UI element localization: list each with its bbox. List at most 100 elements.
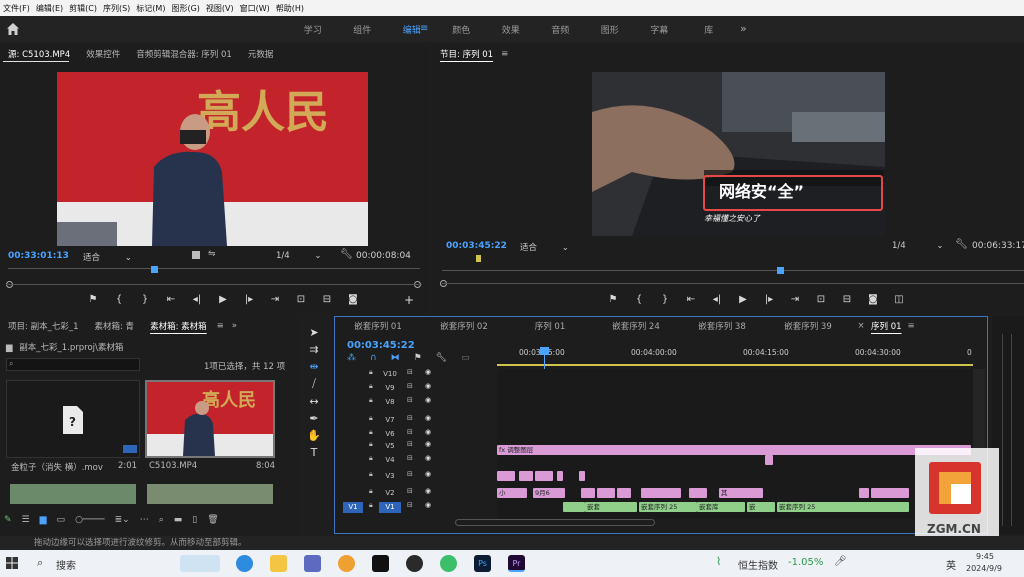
list-view-icon[interactable]: ☰ [22, 515, 30, 525]
workspace-tab[interactable]: 效果 [486, 23, 536, 36]
nested-sequence-clip[interactable]: 嵌 [747, 502, 775, 512]
new-item-icon[interactable]: ▯ [192, 515, 197, 525]
workspace-more-icon[interactable]: » [740, 22, 747, 35]
timeline-clip[interactable] [557, 471, 563, 481]
menu-item[interactable]: 文件(F) [0, 3, 33, 14]
edge-icon[interactable] [236, 555, 253, 572]
panel-menu-icon[interactable]: ≡ [501, 49, 508, 59]
sync-lock-icon[interactable]: ⊟ [407, 501, 413, 509]
source-tab[interactable]: 音频剪辑混合器: 序列 01 [128, 48, 240, 60]
icon-view-icon[interactable]: ▆ [40, 515, 47, 525]
work-area-bar[interactable] [497, 364, 973, 366]
step-forward-icon[interactable]: |▸ [236, 294, 262, 305]
menu-item[interactable]: 标记(M) [133, 3, 168, 14]
tab-seq-nested-39[interactable]: 嵌套序列 39 [765, 320, 851, 332]
lock-icon[interactable]: 🔒︎ [369, 487, 373, 496]
sort-icon[interactable]: ≣⌄ [115, 515, 130, 525]
nest-icon[interactable]: ⁂ [347, 353, 356, 363]
timeline-clip[interactable] [871, 488, 909, 498]
source-video-frame[interactable]: 高人民 [57, 72, 368, 246]
tab-seq-nested-38[interactable]: 嵌套序列 38 [679, 320, 765, 332]
project-item-thumb-partial[interactable] [10, 484, 136, 504]
mark-out-icon[interactable]: } [652, 294, 678, 305]
lock-icon[interactable]: 🔒︎ [369, 454, 373, 463]
app-icon[interactable] [440, 555, 457, 572]
track-label[interactable]: V2 [379, 488, 401, 499]
lock-icon[interactable]: 🔒︎ [369, 396, 373, 405]
source-fit-dropdown[interactable]: 适合 ⌄ [83, 251, 132, 263]
settings-transfer-icon[interactable]: ⇋ [208, 249, 216, 259]
sync-lock-icon[interactable]: ⊟ [407, 368, 413, 376]
windows-start-icon[interactable] [6, 557, 18, 569]
menu-item[interactable]: 图形(G) [168, 3, 202, 14]
ime-indicator[interactable]: 英 [946, 557, 956, 572]
program-fit-dropdown[interactable]: 适合 ⌄ [520, 241, 569, 253]
home-icon[interactable] [6, 22, 20, 36]
more-panels-icon[interactable]: » [226, 321, 243, 331]
mark-in-icon[interactable]: { [106, 294, 132, 305]
track-label[interactable]: V4 [379, 455, 401, 466]
source-quality-dropdown[interactable]: 1/4 ⌄ [276, 251, 322, 261]
workspace-menu-icon[interactable]: ≡ [420, 23, 428, 34]
tab-seq-nested-01[interactable]: 嵌套序列 01 [335, 320, 421, 332]
timeline-clip[interactable] [859, 488, 869, 498]
source-patch[interactable]: V1 [343, 502, 363, 513]
wrench-icon[interactable]: 🔧︎ [340, 249, 353, 260]
overwrite-icon[interactable]: ⊟ [314, 294, 340, 305]
selection-tool-icon[interactable]: ➤ [309, 326, 318, 339]
tab-seq-nested-02[interactable]: 嵌套序列 02 [421, 320, 507, 332]
source-tab[interactable]: 元数据 [240, 48, 282, 60]
track-label[interactable]: V9 [379, 383, 401, 394]
find-icon[interactable]: ⌕ [159, 515, 164, 525]
sync-lock-icon[interactable]: ⊟ [407, 382, 413, 390]
wrench-icon[interactable]: 🔧︎ [436, 353, 447, 363]
source-timecode[interactable]: 00:33:01:13 [8, 251, 69, 261]
tab-program[interactable]: 节目: 序列 01 [432, 48, 501, 60]
extract-icon[interactable]: ⊟ [834, 294, 860, 305]
camera-icon[interactable]: ◙ [860, 294, 886, 305]
step-forward-icon[interactable]: |▸ [756, 294, 782, 305]
playhead-handle[interactable] [540, 347, 549, 355]
taskbar-search[interactable]: 搜索 [56, 557, 76, 572]
type-tool-icon[interactable]: T [311, 446, 318, 459]
go-to-out-icon[interactable]: ⇥ [262, 294, 288, 305]
photoshop-icon[interactable]: Ps [474, 555, 491, 572]
tab-bin-2[interactable]: 素材箱: 素材箱 [142, 320, 215, 332]
play-icon[interactable]: ▶ [730, 294, 756, 305]
qq-icon[interactable] [406, 555, 423, 572]
sync-lock-icon[interactable]: ⊟ [407, 454, 413, 462]
tab-seq-nested-24[interactable]: 嵌套序列 24 [593, 320, 679, 332]
menu-item[interactable]: 序列(S) [100, 3, 133, 14]
wrench-icon[interactable]: 🔧︎ [955, 239, 968, 250]
trash-icon[interactable]: 🗑︎ [207, 515, 218, 525]
source-zoom-bar[interactable] [6, 284, 422, 285]
snap-icon[interactable]: ∩ [370, 353, 377, 363]
marker-icon[interactable]: ⚑ [600, 294, 626, 305]
eye-icon[interactable]: ◉ [425, 396, 431, 404]
eye-icon[interactable]: ◉ [425, 470, 431, 478]
clock-date[interactable]: 2024/9/9 [966, 564, 1002, 573]
panel-menu-icon[interactable]: ≡ [215, 321, 226, 331]
workspace-tab[interactable]: 音频 [536, 23, 586, 36]
go-to-in-icon[interactable]: ⇤ [158, 294, 184, 305]
lock-icon[interactable]: 🔒︎ [369, 428, 373, 437]
timeline-timecode[interactable]: 00:03:45:22 [347, 340, 415, 351]
track-label[interactable]: V6 [379, 429, 401, 440]
timeline-clip[interactable] [617, 488, 631, 498]
eye-icon[interactable]: ◉ [425, 414, 431, 422]
eye-icon[interactable]: ◉ [425, 382, 431, 390]
add-marker-icon[interactable]: ⚑ [414, 353, 422, 363]
source-tab[interactable]: 效果控件 [78, 48, 128, 60]
nested-sequence-clip[interactable]: 嵌套序列 25 [639, 502, 697, 512]
project-search-input[interactable]: ⌕ [6, 358, 140, 371]
timeline-clip[interactable] [579, 471, 585, 481]
timeline-clip[interactable] [689, 488, 707, 498]
lock-icon[interactable]: 🔒︎ [369, 382, 373, 391]
marker-icon[interactable]: ⚑ [80, 294, 106, 305]
eye-icon[interactable]: ◉ [425, 501, 431, 509]
tab-bin-1[interactable]: 素材箱: 青 [86, 320, 142, 332]
workspace-tab[interactable]: 学习 [288, 23, 338, 36]
sync-lock-icon[interactable]: ⊟ [407, 487, 413, 495]
nested-sequence-clip[interactable] [563, 502, 585, 512]
timeline-horizontal-scrollbar[interactable] [455, 519, 655, 526]
